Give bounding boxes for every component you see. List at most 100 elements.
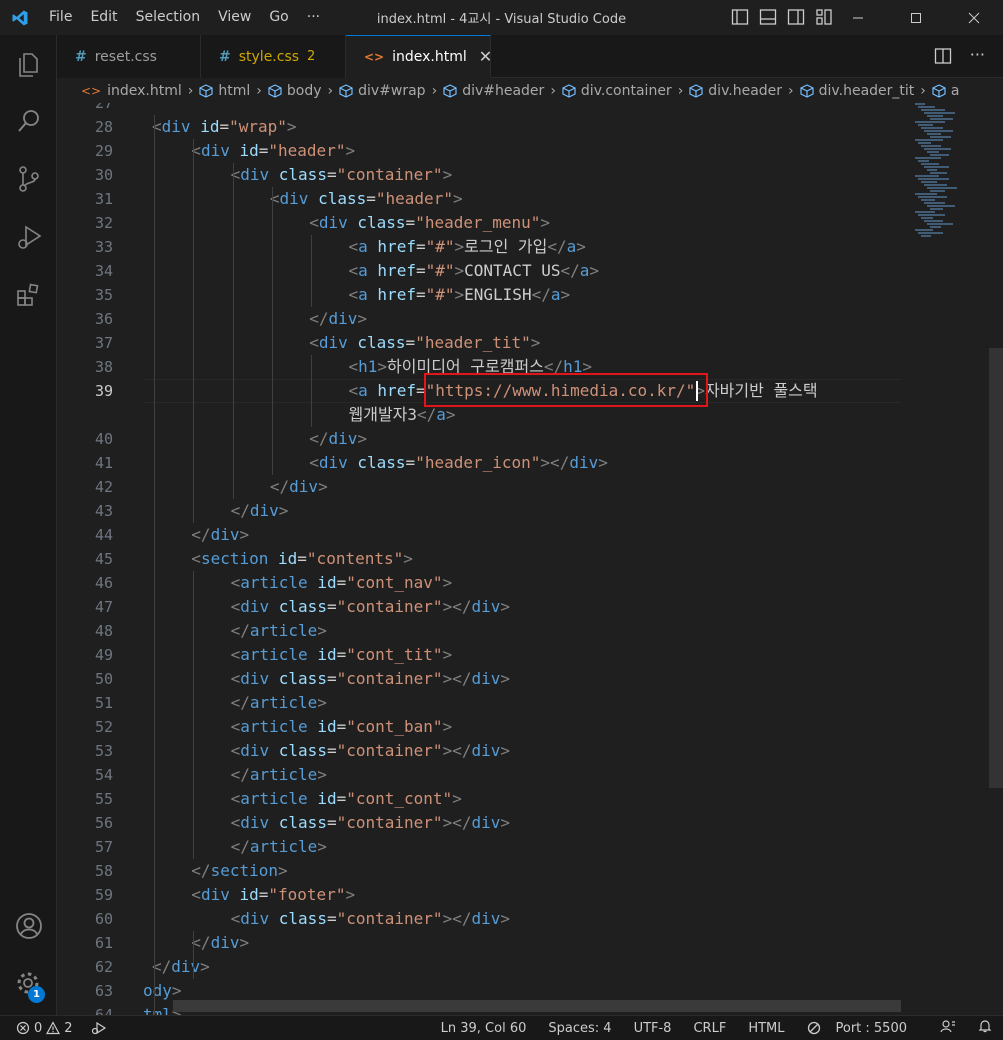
code-line[interactable]: 29 <div id="header">	[57, 139, 917, 163]
code-line[interactable]: 46 <article id="cont_nav">	[57, 571, 917, 595]
manage-gear-icon[interactable]: 1	[0, 960, 57, 1008]
indentation[interactable]: Spaces: 4	[537, 1021, 622, 1036]
code-line[interactable]: 33 <a href="#">로그인 가입</a>	[57, 235, 917, 259]
toggle-secondary-sidebar-icon[interactable]	[787, 8, 805, 26]
menu-selection[interactable]: Selection	[127, 0, 210, 35]
code-line[interactable]: 30 <div class="container">	[57, 163, 917, 187]
breadcrumb-item[interactable]: a	[932, 83, 959, 99]
problems-status[interactable]: 0 2	[16, 1021, 73, 1036]
code-line[interactable]: 61 </div>	[57, 931, 917, 955]
more-actions-icon[interactable]: ···	[970, 47, 985, 65]
code-line[interactable]: 42 </div>	[57, 475, 917, 499]
breadcrumb-item[interactable]: div.header_tit	[800, 83, 914, 99]
code-line[interactable]: 31 <div class="header">	[57, 187, 917, 211]
element-cube-icon	[199, 84, 213, 98]
minimap-line	[924, 148, 951, 150]
line-number: 40	[94, 430, 113, 448]
feedback-icon[interactable]	[929, 1019, 967, 1037]
code-line[interactable]: 55 <article id="cont_cont">	[57, 787, 917, 811]
explorer-icon[interactable]	[0, 40, 57, 88]
close-window-icon[interactable]	[945, 0, 1003, 35]
code-line[interactable]: 44 </div>	[57, 523, 917, 547]
code-line[interactable]: 32 <div class="header_menu">	[57, 211, 917, 235]
code-line[interactable]: 54 </article>	[57, 763, 917, 787]
menu-go[interactable]: Go	[260, 0, 297, 35]
line-code: <div class="container"></div>	[230, 597, 511, 616]
line-code: </article>	[230, 837, 327, 856]
extensions-icon[interactable]	[0, 271, 57, 319]
status-bar: 0 2 Ln 39, Col 60 Spaces: 4 UTF-8 CRLF H…	[0, 1015, 1003, 1040]
maximize-icon[interactable]	[887, 0, 945, 35]
line-number: 30	[94, 166, 113, 184]
code-line[interactable]: 60 <div class="container"></div>	[57, 907, 917, 931]
code-line[interactable]: 35 <a href="#">ENGLISH</a>	[57, 283, 917, 307]
code-line[interactable]: 50 <div class="container"></div>	[57, 667, 917, 691]
code-line[interactable]: 58 </section>	[57, 859, 917, 883]
menu-edit[interactable]: Edit	[81, 0, 126, 35]
toggle-primary-sidebar-icon[interactable]	[731, 8, 749, 26]
code-line[interactable]: 45 <section id="contents">	[57, 547, 917, 571]
run-debug-icon[interactable]	[0, 213, 57, 261]
line-number: 48	[94, 622, 113, 640]
code-line[interactable]: 47 <div class="container"></div>	[57, 595, 917, 619]
code-line[interactable]: 43 </div>	[57, 499, 917, 523]
file-encoding[interactable]: UTF-8	[623, 1021, 683, 1036]
accounts-icon[interactable]	[0, 902, 57, 950]
breadcrumb-item[interactable]: div#header	[443, 83, 544, 99]
end-of-line[interactable]: CRLF	[682, 1021, 737, 1036]
minimap[interactable]	[907, 103, 987, 243]
close-tab-icon[interactable]: ✕	[479, 47, 492, 66]
code-line[interactable]: 28 <div id="wrap">	[57, 115, 917, 139]
code-line[interactable]: 62 </div>	[57, 955, 917, 979]
menu-more[interactable]: ···	[298, 0, 329, 35]
language-mode[interactable]: HTML	[737, 1021, 795, 1036]
tab-reset-css[interactable]: # reset.css	[57, 35, 201, 78]
menu-view[interactable]: View	[209, 0, 260, 35]
css-hash-icon: #	[219, 48, 231, 65]
minimap-line	[927, 205, 955, 207]
code-editor[interactable]: 27 28 <div id="wrap"> 29 <div id="header"> 30…	[57, 103, 1003, 1015]
breadcrumb-item[interactable]: div.container	[562, 83, 672, 99]
search-icon[interactable]	[0, 97, 57, 145]
code-line[interactable]: 59 <div id="footer">	[57, 883, 917, 907]
code-line[interactable]: 52 <article id="cont_ban">	[57, 715, 917, 739]
code-line[interactable]: 48 </article>	[57, 619, 917, 643]
code-line[interactable]: 56 <div class="container"></div>	[57, 811, 917, 835]
vertical-scrollbar[interactable]	[989, 348, 1003, 788]
breadcrumb-item[interactable]: body	[268, 83, 322, 99]
breadcrumb-item[interactable]: div.header	[689, 83, 782, 99]
minimap-line	[921, 163, 939, 165]
code-line[interactable]: 34 <a href="#">CONTACT US</a>	[57, 259, 917, 283]
line-number: 44	[94, 526, 113, 544]
tab-style-css[interactable]: # style.css 2	[201, 35, 346, 78]
cursor-position[interactable]: Ln 39, Col 60	[430, 1021, 538, 1036]
menu-file[interactable]: File	[40, 0, 81, 35]
code-line[interactable]: 41 <div class="header_icon"></div>	[57, 451, 917, 475]
code-line[interactable]: 49 <article id="cont_tit">	[57, 643, 917, 667]
source-control-icon[interactable]	[0, 155, 57, 203]
code-line[interactable]: 40 </div>	[57, 427, 917, 451]
notifications-bell-icon[interactable]	[967, 1019, 1003, 1037]
code-line[interactable]: 37 <div class="header_tit">	[57, 331, 917, 355]
live-share-icon[interactable]	[91, 1021, 107, 1035]
tab-index-html[interactable]: <> index.html ✕	[346, 35, 492, 78]
code-line[interactable]: 57 </article>	[57, 835, 917, 859]
horizontal-scrollbar[interactable]	[173, 1000, 901, 1012]
toggle-panel-icon[interactable]	[759, 8, 777, 26]
minimap-line	[915, 139, 943, 141]
html-brackets-icon: <>	[81, 84, 102, 98]
minimap-line	[921, 199, 935, 201]
line-code: <div class="container">	[230, 165, 453, 184]
breadcrumb-item[interactable]: div#wrap	[339, 83, 426, 99]
code-line[interactable]: 53 <div class="container"></div>	[57, 739, 917, 763]
minimize-icon[interactable]	[829, 0, 887, 35]
code-line[interactable]: 27	[57, 103, 917, 115]
line-number: 28	[94, 118, 113, 136]
code-line[interactable]: 51 </article>	[57, 691, 917, 715]
breadcrumb-item[interactable]: <> index.html	[81, 83, 182, 99]
code-line[interactable]: 36 </div>	[57, 307, 917, 331]
live-server-port[interactable]: Port : 5500	[796, 1021, 930, 1036]
split-editor-icon[interactable]	[934, 47, 952, 65]
line-code: </div>	[309, 429, 367, 448]
breadcrumb-item[interactable]: html	[199, 83, 250, 99]
